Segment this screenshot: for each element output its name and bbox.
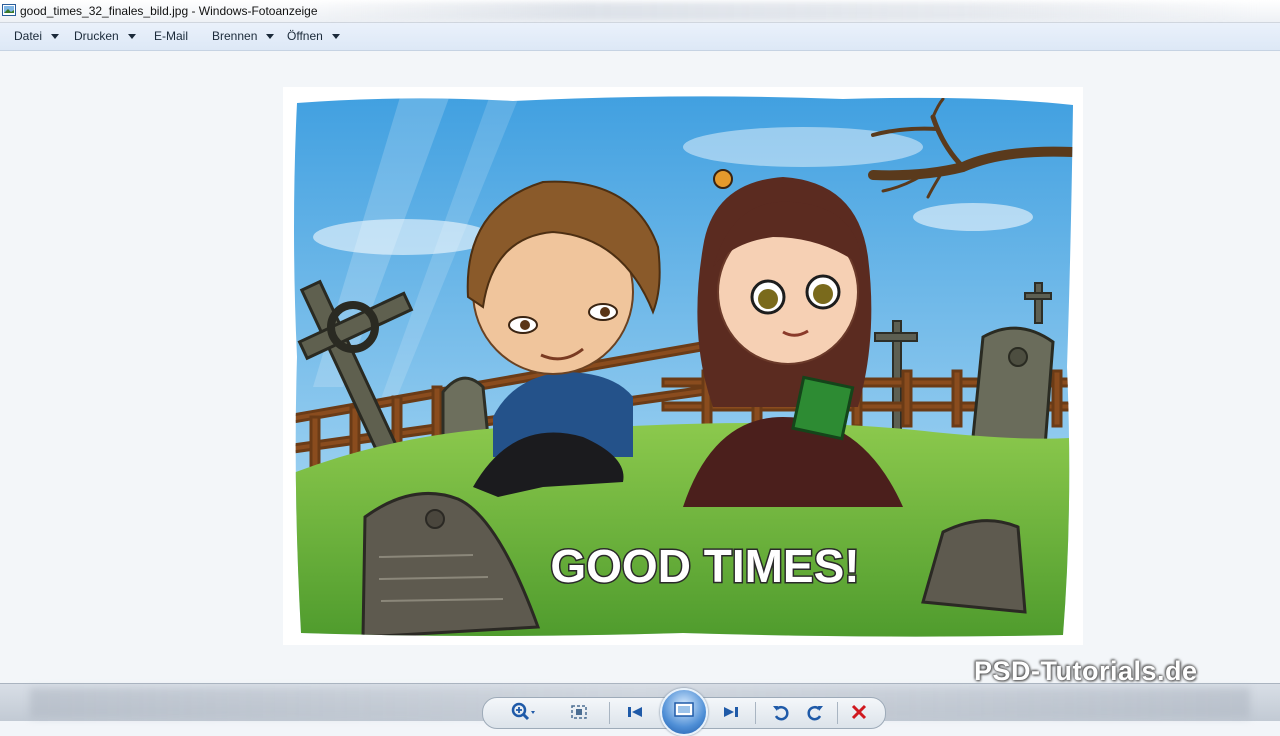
- menu-email[interactable]: E-Mail: [154, 29, 188, 43]
- slideshow-button[interactable]: [660, 688, 708, 736]
- chevron-down-icon: [266, 33, 275, 39]
- rotate-right-icon[interactable]: [803, 700, 827, 724]
- menu-bar: Datei Drucken E-Mail Brennen Öffnen: [0, 23, 1280, 51]
- chevron-down-icon: [331, 33, 340, 39]
- illustration: GOOD TIMES!: [294, 96, 1073, 637]
- rotate-left-icon[interactable]: [769, 700, 793, 724]
- cloud: [913, 203, 1033, 231]
- menu-oeffnen-label: Öffnen: [287, 29, 323, 43]
- separator: [755, 702, 756, 724]
- menu-datei[interactable]: Datei: [14, 29, 60, 43]
- next-icon[interactable]: [719, 700, 743, 724]
- title-bar: good_times_32_finales_bild.jpg - Windows…: [0, 0, 1280, 23]
- chevron-down-icon: [51, 33, 60, 39]
- window-title: good_times_32_finales_bild.jpg - Windows…: [20, 4, 318, 18]
- delete-icon[interactable]: [847, 700, 871, 724]
- actual-size-icon[interactable]: [567, 700, 591, 724]
- cloud: [313, 219, 493, 255]
- photo-viewer-app-icon: [2, 4, 16, 16]
- menu-drucken-label: Drucken: [74, 29, 119, 43]
- photo[interactable]: GOOD TIMES!: [283, 87, 1083, 645]
- menu-brennen[interactable]: Brennen: [212, 29, 275, 43]
- separator: [609, 702, 610, 724]
- menu-drucken[interactable]: Drucken: [74, 29, 136, 43]
- slideshow-icon: [674, 702, 694, 717]
- small-gravestone: [441, 376, 490, 439]
- previous-icon[interactable]: [623, 700, 647, 724]
- menu-oeffnen[interactable]: Öffnen: [287, 29, 340, 43]
- menu-datei-label: Datei: [14, 29, 43, 43]
- title-bar-background: [300, 2, 1260, 20]
- menu-email-label: E-Mail: [154, 29, 189, 43]
- chevron-down-icon: [127, 33, 136, 39]
- menu-brennen-label: Brennen: [212, 29, 258, 43]
- headline: GOOD TIMES!: [550, 540, 859, 592]
- zoom-icon[interactable]: [509, 700, 539, 724]
- separator: [837, 702, 838, 724]
- gravestone-right: [971, 326, 1055, 449]
